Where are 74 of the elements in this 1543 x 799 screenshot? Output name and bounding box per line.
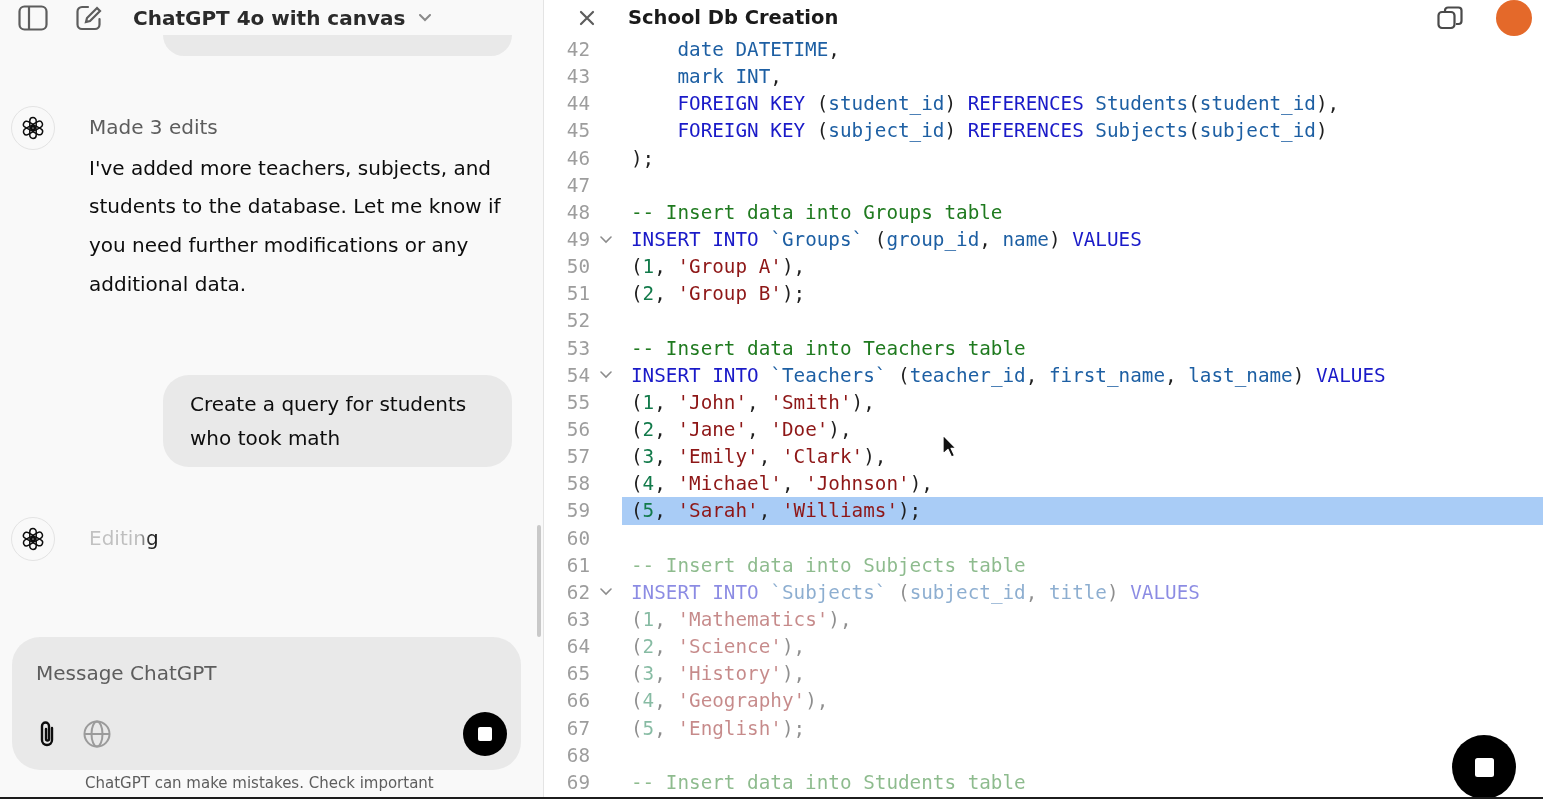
line-number: 62 [565,579,590,606]
line-number: 69 [565,769,590,796]
code-line: -- Insert data into Subjects table [631,552,1026,579]
line-number: 54 [565,362,590,389]
scrollbar[interactable] [537,525,541,637]
line-number: 64 [565,634,590,661]
chevron-down-icon[interactable] [600,235,612,244]
chevron-down-icon[interactable] [600,588,612,597]
disclaimer-text: ChatGPT can make mistakes. Check important [85,773,434,794]
line-number: 50 [565,254,590,281]
chevron-down-icon[interactable] [600,371,612,380]
chevron-down-icon[interactable] [419,13,432,22]
code-line: (2, 'Science'), [631,634,806,661]
code-line: (2, 'Jane', 'Doe'), [631,416,852,443]
code-line: (1, 'Mathematics'), [631,606,852,633]
code-line: (1, 'Group A'), [631,254,806,281]
stop-icon [1474,757,1494,777]
line-number: 55 [565,389,590,416]
knot-icon [11,517,55,562]
code-line: INSERT INTO `Subjects` (subject_id, title) VALUES [631,579,1200,606]
line-number: 53 [565,335,590,362]
user-avatar[interactable] [1496,0,1532,36]
code-line: (5, 'English'); [631,715,806,742]
line-number: 68 [565,742,590,769]
line-number: 59 [565,498,590,525]
sidebar-icon[interactable] [18,4,48,31]
line-number: 45 [565,118,590,145]
line-number: 63 [565,606,590,633]
document-title: School Db Creation [628,5,839,31]
line-number: 60 [565,525,590,552]
line-number: 58 [565,471,590,498]
line-number: 48 [565,199,590,226]
close-icon[interactable] [579,10,595,26]
code-line: INSERT INTO `Teachers` (teacher_id, first_name, last_name) VALUES [631,362,1386,389]
knot-icon [11,106,55,150]
line-number: 46 [565,145,590,172]
line-number: 52 [565,308,590,335]
code-line: date DATETIME, [676,37,840,63]
mouse-pointer-icon [942,434,957,458]
code-line: (4, 'Michael', 'Johnson'), [631,471,933,498]
code-line: -- Insert data into Groups table [631,199,1003,226]
code-line: ); [631,145,655,172]
message-text: I've added more teachers, subjects, and students to the database. Let me know if you need further modifications or any additional data. [89,154,502,298]
line-number: 57 [565,444,590,471]
code-line: FOREIGN KEY (student_id) REFERENCES Students(student_id), [676,91,1340,118]
line-number: 51 [565,281,590,308]
code-line: -- Insert data into Teachers table [631,335,1026,362]
line-number: 67 [565,715,590,742]
line-number: 44 [565,91,590,118]
code-line: (4, 'Geography'), [631,688,829,715]
message-field[interactable]: Message ChatGPT [36,657,476,690]
stop-icon [478,727,492,742]
copy-icon[interactable] [1437,6,1463,30]
line-number: 47 [565,172,590,199]
code-line: INSERT INTO `Groups` (group_id, name) VALUES [631,227,1142,253]
code-line: (1, 'John', 'Smith'), [631,389,875,416]
line-number: 61 [565,552,590,579]
user-message: Create a query for students who took math [163,375,512,468]
code-line: -- Insert data into Students table [631,769,1026,796]
code-line: (3, 'Emily', 'Clark'), [631,444,887,471]
stop-button[interactable] [463,712,507,757]
status-text: Made 3 edits [89,114,218,141]
code-line: mark INT, [676,64,782,91]
model-title[interactable]: ChatGPT 4o with canvas [133,4,406,31]
line-number: 49 [565,227,590,253]
code-line: (2, 'Group B'); [631,281,806,308]
line-number: 56 [565,416,590,443]
line-number: 65 [565,661,590,688]
new-chat-icon[interactable] [76,4,102,31]
line-number: 43 [565,64,590,91]
code-line: FOREIGN KEY (subject_id) REFERENCES Subjects(subject_id) [676,118,1328,145]
line-number: 42 [565,37,590,63]
line-number: 66 [565,688,590,715]
code-line: (3, 'History'), [631,661,806,688]
